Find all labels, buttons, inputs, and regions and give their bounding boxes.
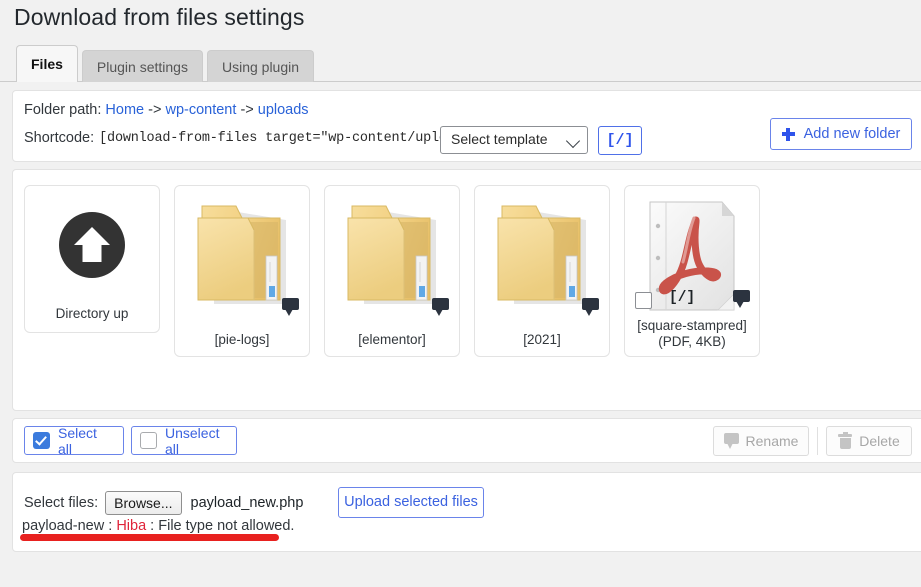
file-select-checkbox[interactable] [635, 292, 652, 309]
comment-bubble-icon[interactable] [582, 298, 599, 316]
tab-using-plugin[interactable]: Using plugin [206, 50, 315, 82]
arrow-up-circle-icon [59, 212, 125, 278]
error-keyword: Hiba [116, 518, 147, 534]
breadcrumb-item-home[interactable]: Home [105, 102, 144, 118]
annotation-underline [20, 534, 279, 541]
folder-icon [340, 196, 444, 308]
checkbox-unchecked-icon [140, 432, 157, 449]
tab-strip: Files Plugin settings Using plugin [16, 45, 318, 82]
select-all-label: Select all [58, 424, 97, 457]
template-select-value: Select template [451, 131, 548, 147]
unselect-all-label: Unselect all [165, 424, 220, 457]
file-grid: Directory up [pie-logs] [elementor] [202… [24, 185, 760, 357]
breadcrumb-item-wp-content[interactable]: wp-content [165, 102, 236, 118]
tile-file-square-stampred[interactable]: [/] [square-stampred] (PDF, 4KB) [624, 185, 760, 357]
page-title: Download from files settings [14, 4, 305, 30]
comment-bubble-icon[interactable] [432, 298, 449, 316]
tab-plugin-settings[interactable]: Plugin settings [81, 50, 203, 82]
plus-icon [781, 127, 795, 141]
select-all-button[interactable]: Select all [24, 424, 124, 457]
chevron-down-icon [565, 133, 581, 149]
unselect-all-button[interactable]: Unselect all [131, 424, 237, 457]
shortcode-row: Shortcode: [download-from-files target="… [24, 130, 487, 146]
tile-caption: [2021] [523, 332, 561, 347]
chosen-file-name: payload_new.php [190, 495, 304, 511]
tile-directory-up[interactable]: Directory up [24, 185, 160, 333]
error-file-name: payload-new [22, 518, 105, 534]
breadcrumb-separator: -> [240, 102, 254, 118]
add-new-folder-label: Add new folder [803, 126, 901, 142]
upload-row: Select files: Browse... payload_new.php [24, 491, 303, 515]
delete-button[interactable]: Delete [826, 426, 912, 456]
folder-icon [190, 196, 294, 308]
file-tile-row: [/] [635, 290, 749, 312]
tile-folder-pie-logs[interactable]: [pie-logs] [174, 185, 310, 357]
error-text: File type not allowed. [158, 518, 295, 534]
shortcode-copy-button[interactable]: [/] [598, 126, 642, 155]
folder-icon [490, 196, 594, 308]
template-select[interactable]: Select template [440, 126, 588, 154]
rename-button[interactable]: Rename [713, 426, 809, 456]
error-separator: : [146, 518, 159, 534]
trash-icon [838, 432, 853, 449]
tile-caption: [elementor] [358, 332, 426, 347]
upload-error-message: payload-new : Hiba : File type not allow… [22, 518, 294, 534]
comment-bubble-icon[interactable] [733, 290, 750, 308]
delete-label: Delete [859, 433, 900, 449]
comment-bubble-icon[interactable] [282, 298, 299, 316]
action-divider [817, 427, 818, 455]
rename-label: Rename [745, 433, 799, 449]
shortcode-label: Shortcode: [24, 130, 95, 146]
error-separator: : [104, 518, 117, 534]
file-meta: (PDF, 4KB) [658, 334, 726, 349]
breadcrumb-item-uploads[interactable]: uploads [258, 102, 309, 118]
breadcrumb-separator: -> [148, 102, 162, 118]
tile-caption: Directory up [55, 306, 129, 321]
select-files-label: Select files: [24, 495, 99, 511]
tile-folder-2021[interactable]: [2021] [474, 185, 610, 357]
tile-caption: [pie-logs] [214, 332, 270, 347]
checkbox-checked-icon [33, 432, 50, 449]
comment-bubble-icon [723, 433, 739, 449]
breadcrumb: Folder path: Home -> wp-content -> uploa… [24, 102, 309, 118]
upload-selected-files-button[interactable]: Upload selected files [338, 487, 484, 518]
shortcode-value[interactable]: [download-from-files target="wp-content/… [99, 131, 486, 146]
folder-path-label: Folder path: [24, 102, 102, 118]
plugin-settings-page: Download from files settings Files Plugi… [0, 0, 921, 587]
file-shortcode-button[interactable]: [/] [669, 290, 695, 306]
tab-files[interactable]: Files [16, 45, 78, 82]
tile-caption: [square-stampred] (PDF, 4KB) [625, 318, 759, 350]
browse-button[interactable]: Browse... [105, 491, 182, 515]
add-new-folder-button[interactable]: Add new folder [770, 118, 912, 150]
file-name: [square-stampred] [637, 318, 747, 333]
tile-folder-elementor[interactable]: [elementor] [324, 185, 460, 357]
